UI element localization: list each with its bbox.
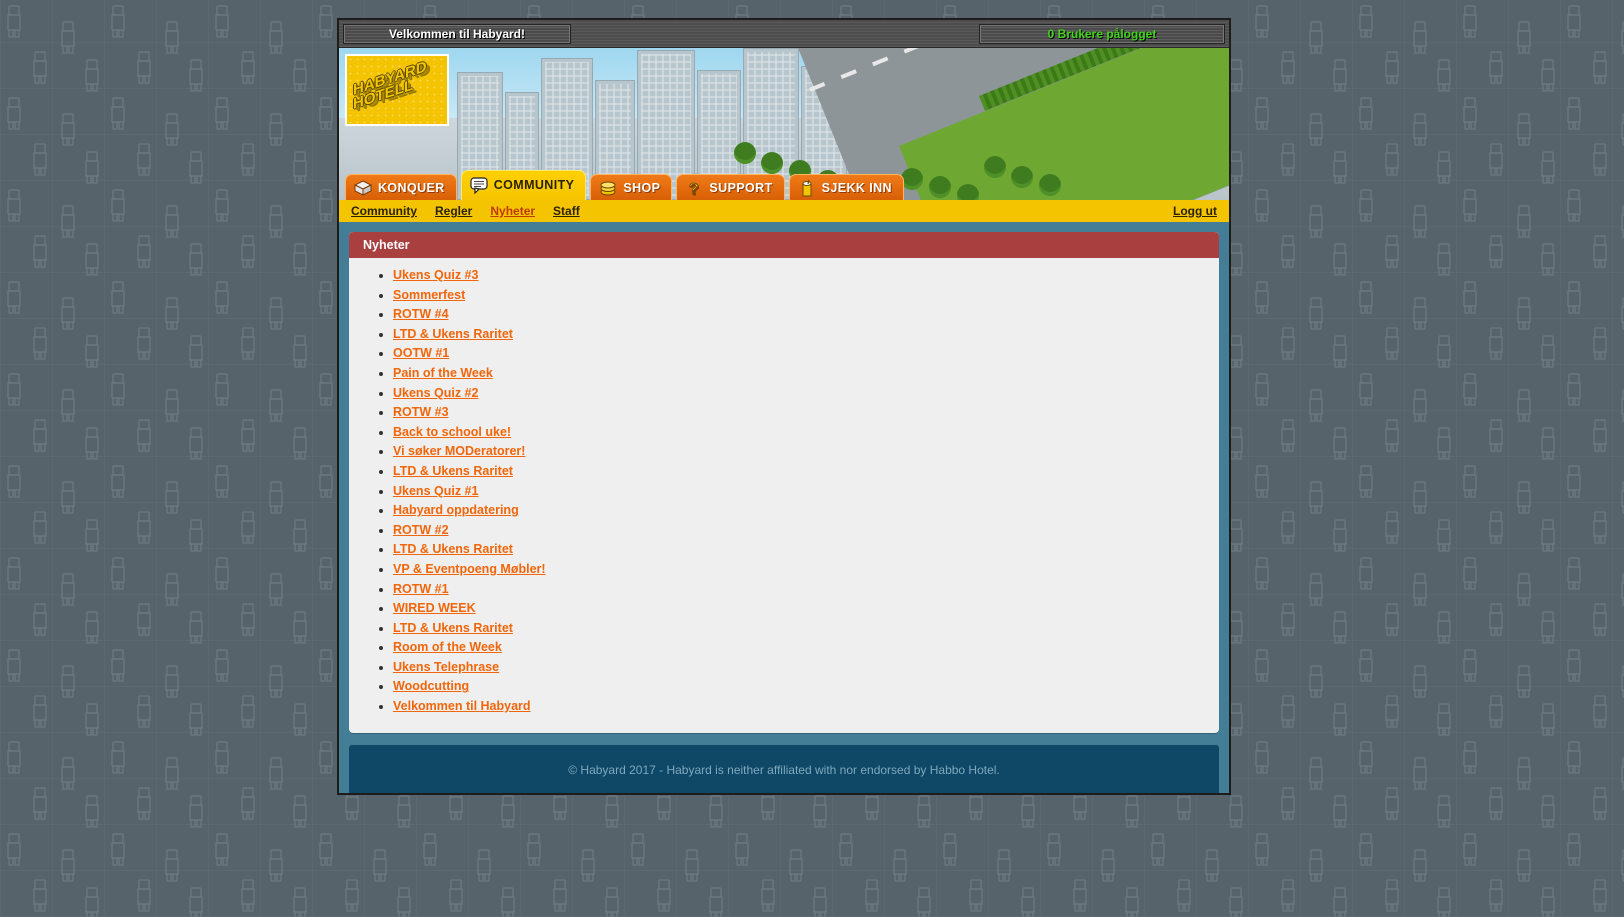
news-list-item: ROTW #3: [393, 405, 1219, 419]
house-icon: [354, 179, 372, 196]
speech-bubble-icon: [470, 176, 488, 194]
footer-copyright: © Habyard 2017 - Habyard is neither affi…: [568, 762, 1000, 777]
site-footer: © Habyard 2017 - Habyard is neither affi…: [349, 744, 1219, 793]
news-list-item: Sommerfest: [393, 288, 1219, 302]
news-list-item: Ukens Quiz #1: [393, 484, 1219, 498]
news-link[interactable]: ROTW #3: [393, 405, 449, 419]
news-list-item: LTD & Ukens Raritet: [393, 327, 1219, 341]
news-list-item: ROTW #2: [393, 523, 1219, 537]
news-link[interactable]: LTD & Ukens Raritet: [393, 327, 513, 341]
users-online-count: 0 Brukere pålogget: [1047, 26, 1157, 41]
tab-sjekk-inn[interactable]: SJEKK INN: [788, 174, 904, 200]
news-list-item: WIRED WEEK: [393, 601, 1219, 615]
news-link[interactable]: LTD & Ukens Raritet: [393, 464, 513, 478]
news-link[interactable]: LTD & Ukens Raritet: [393, 542, 513, 556]
news-link[interactable]: Room of the Week: [393, 640, 502, 654]
coins-icon: [600, 181, 616, 195]
tab-support[interactable]: ? SUPPORT: [676, 174, 785, 200]
news-link[interactable]: Ukens Quiz #1: [393, 484, 478, 498]
browser-window: Velkommen til Habyard! 0 Brukere pålogge…: [337, 18, 1231, 795]
logout-link[interactable]: Logg ut: [1173, 204, 1217, 218]
svg-text:?: ?: [689, 181, 699, 197]
news-list-item: Ukens Quiz #2: [393, 386, 1219, 400]
tab-konquer-label: KONQUER: [378, 180, 445, 195]
news-link[interactable]: Velkommen til Habyard: [393, 699, 531, 713]
news-link[interactable]: Ukens Telephrase: [393, 660, 499, 674]
tab-shop[interactable]: SHOP: [590, 174, 673, 200]
news-link[interactable]: Sommerfest: [393, 288, 465, 302]
news-link[interactable]: Ukens Quiz #2: [393, 386, 478, 400]
news-link[interactable]: Vi søker MODeratorer!: [393, 444, 525, 458]
news-list-item: VP & Eventpoeng Møbler!: [393, 562, 1219, 576]
tree: [901, 168, 923, 190]
page-body: Nyheter Ukens Quiz #3 Sommerfest ROTW #4 LT…: [339, 222, 1229, 793]
tree: [1011, 166, 1033, 188]
tab-support-label: SUPPORT: [709, 180, 773, 195]
tree: [1039, 174, 1061, 196]
site-banner: HABYARD HOTELL KONQUER COMMUNITY SHOP ? …: [339, 48, 1229, 200]
news-list-item: OOTW #1: [393, 346, 1219, 360]
news-list-item: Vi søker MODeratorer!: [393, 444, 1219, 458]
sub-navigation: Community Regler Nyheter Staff Logg ut: [339, 200, 1229, 222]
news-list-item: LTD & Ukens Raritet: [393, 464, 1219, 478]
news-list: Ukens Quiz #3 Sommerfest ROTW #4 LTD & Uken…: [349, 268, 1219, 713]
tab-community-label: COMMUNITY: [493, 177, 575, 192]
news-link[interactable]: ROTW #4: [393, 307, 449, 321]
news-link[interactable]: ROTW #2: [393, 523, 449, 537]
tree: [734, 142, 756, 164]
drink-cup-icon: [802, 179, 812, 196]
news-list-item: Ukens Telephrase: [393, 660, 1219, 674]
subnav-link-community[interactable]: Community: [351, 204, 417, 218]
tab-sjekk-inn-label: SJEKK INN: [821, 180, 892, 195]
news-link[interactable]: LTD & Ukens Raritet: [393, 621, 513, 635]
news-list-item: Velkommen til Habyard: [393, 699, 1219, 713]
news-link[interactable]: OOTW #1: [393, 346, 449, 360]
subnav-link-staff[interactable]: Staff: [553, 204, 580, 218]
users-online-plate: 0 Brukere pålogget: [979, 23, 1225, 44]
news-list-item: ROTW #4: [393, 307, 1219, 321]
welcome-message: Velkommen til Habyard!: [388, 26, 526, 41]
tree: [929, 176, 951, 198]
news-list-item: Ukens Quiz #3: [393, 268, 1219, 282]
title-bar: Velkommen til Habyard! 0 Brukere pålogge…: [339, 20, 1229, 48]
site-logo-text: HABYARD HOTELL: [353, 58, 427, 113]
main-navigation: KONQUER COMMUNITY SHOP ? SUPPORT SJEKK I…: [345, 170, 904, 200]
news-list-item: LTD & Ukens Raritet: [393, 621, 1219, 635]
news-list-item: Habyard oppdatering: [393, 503, 1219, 517]
news-list-item: Room of the Week: [393, 640, 1219, 654]
subnav-link-regler[interactable]: Regler: [435, 204, 472, 218]
news-link[interactable]: Woodcutting: [393, 679, 469, 693]
question-mark-icon: ?: [689, 180, 700, 197]
news-panel: Nyheter Ukens Quiz #3 Sommerfest ROTW #4 LT…: [349, 232, 1219, 733]
news-link[interactable]: Habyard oppdatering: [393, 503, 519, 517]
news-link[interactable]: ROTW #1: [393, 582, 449, 596]
news-list-item: Pain of the Week: [393, 366, 1219, 380]
news-list-item: LTD & Ukens Raritet: [393, 542, 1219, 556]
site-logo[interactable]: HABYARD HOTELL: [345, 54, 449, 126]
welcome-message-plate: Velkommen til Habyard!: [343, 23, 571, 44]
news-link[interactable]: VP & Eventpoeng Møbler!: [393, 562, 546, 576]
news-list-item: ROTW #1: [393, 582, 1219, 596]
tab-konquer[interactable]: KONQUER: [345, 174, 457, 200]
news-panel-title: Nyheter: [349, 232, 1219, 258]
tree: [984, 156, 1006, 178]
news-list-item: Back to school uke!: [393, 425, 1219, 439]
news-link[interactable]: Pain of the Week: [393, 366, 493, 380]
tree: [957, 184, 979, 200]
tab-community[interactable]: COMMUNITY: [460, 170, 587, 200]
news-link[interactable]: Back to school uke!: [393, 425, 511, 439]
news-link[interactable]: WIRED WEEK: [393, 601, 476, 615]
news-link[interactable]: Ukens Quiz #3: [393, 268, 478, 282]
tab-shop-label: SHOP: [623, 180, 661, 195]
news-list-item: Woodcutting: [393, 679, 1219, 693]
subnav-link-nyheter[interactable]: Nyheter: [490, 204, 535, 218]
